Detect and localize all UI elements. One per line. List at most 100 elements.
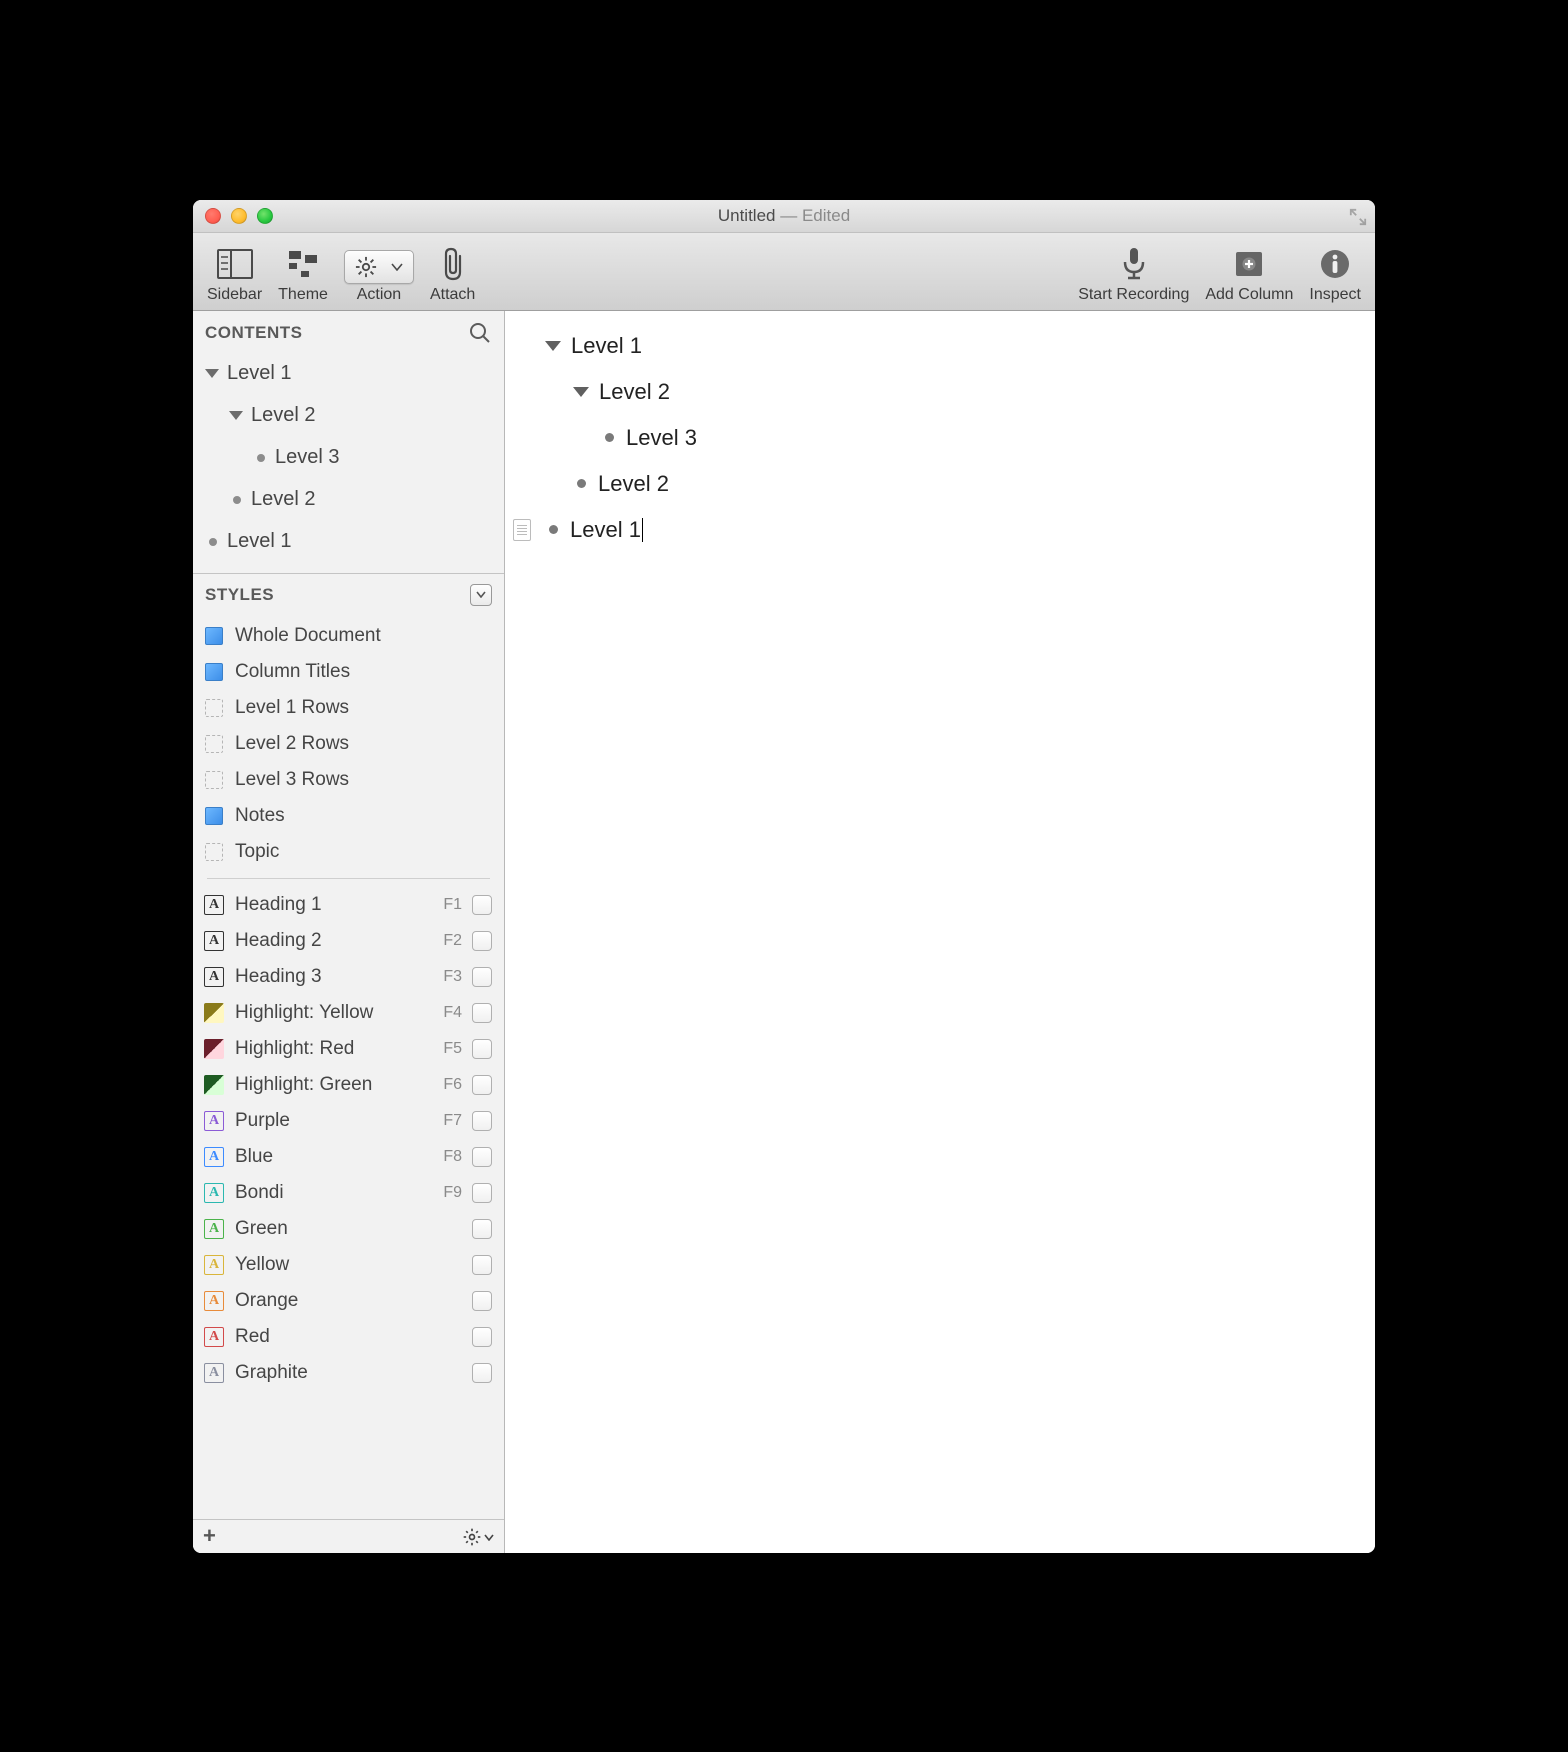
style-item-level3-rows[interactable]: Level 3 Rows: [193, 762, 504, 798]
contents-item[interactable]: Level 1: [193, 521, 504, 563]
outline-text[interactable]: Level 1: [570, 517, 641, 543]
style-checkbox[interactable]: [472, 931, 492, 951]
style-checkbox[interactable]: [472, 895, 492, 915]
attach-button[interactable]: Attach: [422, 233, 483, 310]
contents-item[interactable]: Level 1: [193, 353, 504, 395]
style-checkbox[interactable]: [472, 967, 492, 987]
contents-item[interactable]: Level 2: [193, 395, 504, 437]
style-item-highlight-green[interactable]: Highlight: GreenF6: [193, 1067, 504, 1103]
outline-row-active[interactable]: Level 1: [505, 507, 1375, 553]
style-swatch-icon: [203, 805, 225, 827]
style-item-column-titles[interactable]: Column Titles: [193, 654, 504, 690]
style-item-yellow[interactable]: AYellow: [193, 1247, 504, 1283]
titlebar[interactable]: Untitled — Edited: [193, 200, 1375, 233]
add-column-button[interactable]: Add Column: [1197, 233, 1301, 310]
sidebar-button[interactable]: Sidebar: [199, 233, 270, 310]
style-item-highlight-red[interactable]: Highlight: RedF5: [193, 1031, 504, 1067]
inspect-button[interactable]: Inspect: [1301, 233, 1369, 310]
style-item-heading-1[interactable]: AHeading 1F1: [193, 887, 504, 923]
style-item-whole-document[interactable]: Whole Document: [193, 618, 504, 654]
style-item-blue[interactable]: ABlueF8: [193, 1139, 504, 1175]
style-label: Highlight: Red: [235, 1038, 424, 1060]
style-checkbox[interactable]: [472, 1039, 492, 1059]
outline-row[interactable]: Level 2: [505, 461, 1375, 507]
style-swatch-icon: [203, 841, 225, 863]
style-checkbox[interactable]: [472, 1255, 492, 1275]
close-icon[interactable]: [205, 208, 221, 224]
style-checkbox[interactable]: [472, 1075, 492, 1095]
style-label: Green: [235, 1218, 424, 1240]
contents-item[interactable]: Level 2: [193, 479, 504, 521]
search-icon[interactable]: [468, 321, 492, 345]
style-item-heading-3[interactable]: AHeading 3F3: [193, 959, 504, 995]
style-letter-icon: A: [203, 1218, 225, 1240]
style-checkbox[interactable]: [472, 1147, 492, 1167]
theme-button[interactable]: Theme: [270, 233, 336, 310]
style-label: Heading 2: [235, 930, 424, 952]
bullet-icon: [209, 538, 217, 546]
outline-text[interactable]: Level 3: [626, 425, 697, 451]
style-checkbox[interactable]: [472, 1111, 492, 1131]
style-label: Column Titles: [235, 661, 492, 683]
style-letter-icon: A: [203, 1326, 225, 1348]
inspect-label: Inspect: [1309, 286, 1361, 304]
style-checkbox[interactable]: [472, 1183, 492, 1203]
style-label: Highlight: Yellow: [235, 1002, 424, 1024]
outline-row[interactable]: Level 1: [505, 323, 1375, 369]
style-label: Topic: [235, 841, 492, 863]
start-recording-button[interactable]: Start Recording: [1070, 233, 1197, 310]
style-item-heading-2[interactable]: AHeading 2F2: [193, 923, 504, 959]
outline-text[interactable]: Level 1: [571, 333, 642, 359]
style-item-notes[interactable]: Notes: [193, 798, 504, 834]
style-swatch-icon: [203, 661, 225, 683]
sidebar-label: Sidebar: [207, 286, 262, 304]
style-gear-button[interactable]: [462, 1523, 494, 1549]
style-checkbox[interactable]: [472, 1291, 492, 1311]
style-shortcut: F3: [434, 968, 462, 986]
contents-item[interactable]: Level 3: [193, 437, 504, 479]
document-name: Untitled: [718, 206, 776, 225]
row-handle-icon[interactable]: [513, 519, 531, 541]
style-highlight-icon: [203, 1002, 225, 1024]
style-item-highlight-yellow[interactable]: Highlight: Yellow F4: [193, 995, 504, 1031]
style-letter-icon: A: [203, 1110, 225, 1132]
style-letter-icon: A: [203, 1362, 225, 1384]
outline-text[interactable]: Level 2: [599, 379, 670, 405]
style-item-orange[interactable]: AOrange: [193, 1283, 504, 1319]
outline-row[interactable]: Level 2: [505, 369, 1375, 415]
style-checkbox[interactable]: [472, 1327, 492, 1347]
style-item-level2-rows[interactable]: Level 2 Rows: [193, 726, 504, 762]
style-item-level1-rows[interactable]: Level 1 Rows: [193, 690, 504, 726]
action-label: Action: [357, 286, 401, 304]
style-checkbox[interactable]: [472, 1219, 492, 1239]
style-item-bondi[interactable]: ABondiF9: [193, 1175, 504, 1211]
style-shortcut: F4: [434, 1004, 462, 1022]
disclosure-triangle-icon[interactable]: [205, 369, 219, 378]
disclosure-triangle-icon[interactable]: [229, 411, 243, 420]
disclosure-triangle-icon[interactable]: [573, 387, 589, 397]
edited-label: Edited: [802, 206, 850, 225]
action-button[interactable]: Action: [336, 233, 422, 310]
outline-row[interactable]: Level 3: [505, 415, 1375, 461]
style-label: Bondi: [235, 1182, 424, 1204]
style-checkbox[interactable]: [472, 1363, 492, 1383]
outline-text[interactable]: Level 2: [598, 471, 669, 497]
toolbar: Sidebar Theme: [193, 233, 1375, 311]
zoom-icon[interactable]: [257, 208, 273, 224]
traffic-lights: [193, 208, 273, 224]
style-item-red[interactable]: ARed: [193, 1319, 504, 1355]
disclosure-triangle-icon[interactable]: [545, 341, 561, 351]
style-item-topic[interactable]: Topic: [193, 834, 504, 870]
app-window: Untitled — Edited Sidebar: [193, 200, 1375, 1553]
minimize-icon[interactable]: [231, 208, 247, 224]
add-style-button[interactable]: +: [203, 1523, 216, 1549]
styles-dropdown-button[interactable]: [470, 584, 492, 606]
contents-header-label: CONTENTS: [205, 323, 303, 343]
style-item-graphite[interactable]: AGraphite: [193, 1355, 504, 1391]
info-icon: [1315, 244, 1355, 284]
style-checkbox[interactable]: [472, 1003, 492, 1023]
fullscreen-icon[interactable]: [1349, 208, 1367, 226]
style-item-purple[interactable]: APurpleF7: [193, 1103, 504, 1139]
style-item-green[interactable]: A Green: [193, 1211, 504, 1247]
outline-editor[interactable]: Level 1 Level 2 Level 3 Level 2 Level 1: [505, 311, 1375, 1553]
